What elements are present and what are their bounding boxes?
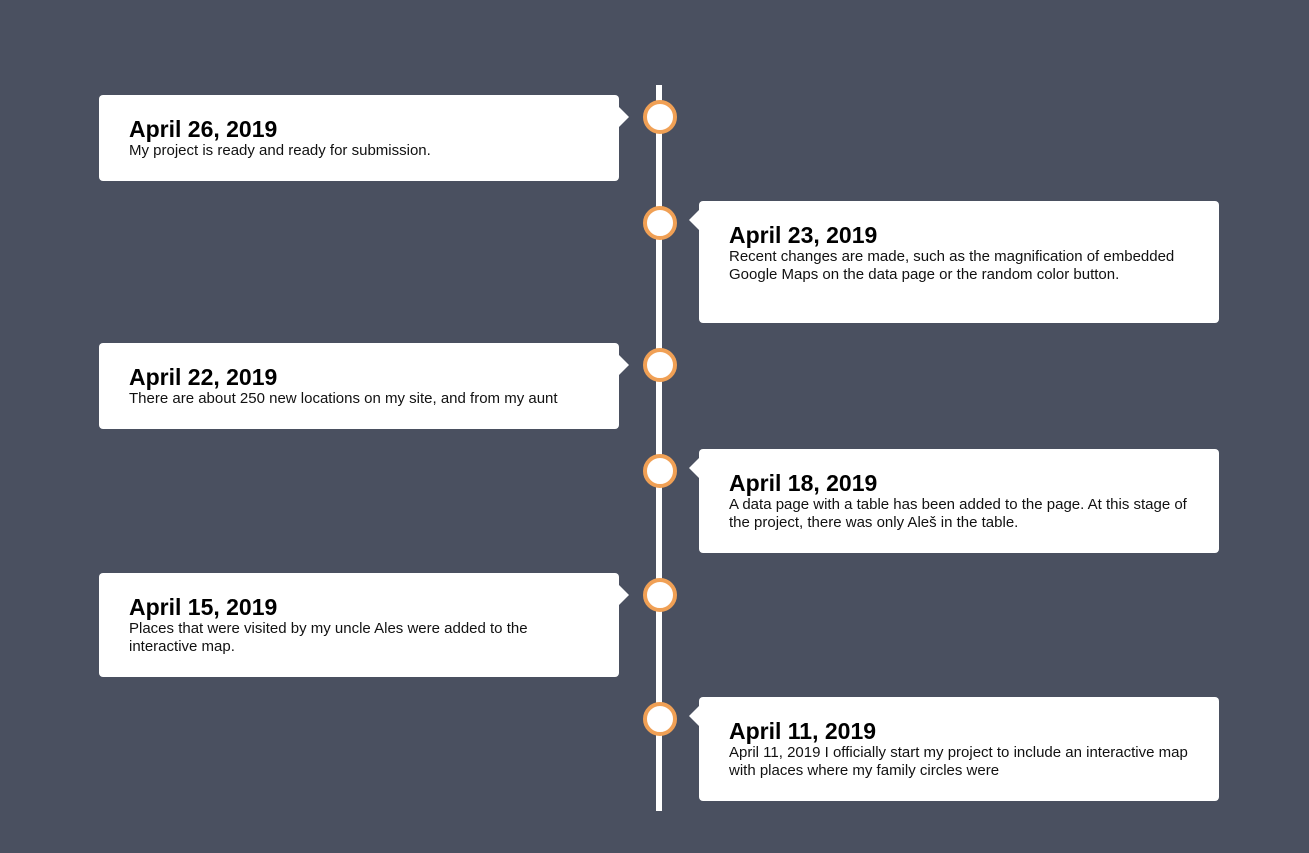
timeline-card: April 11, 2019 April 11, 2019 I official…: [689, 697, 1219, 801]
timeline-dot: [643, 454, 677, 488]
timeline-card: April 26, 2019 My project is ready and r…: [99, 95, 629, 181]
card-text: My project is ready and ready for submis…: [129, 142, 431, 159]
card-text: There are about 250 new locations on my …: [129, 390, 558, 407]
card-text: Recent changes are made, such as the mag…: [729, 248, 1175, 283]
timeline-card: April 22, 2019 There are about 250 new l…: [99, 343, 629, 429]
timeline-card: April 23, 2019 Recent changes are made, …: [689, 201, 1219, 323]
card-text: A data page with a table has been added …: [729, 496, 1187, 531]
card-text: Places that were visited by my uncle Ale…: [129, 620, 528, 655]
card-date: April 23, 2019: [729, 222, 878, 248]
timeline-dot: [643, 348, 677, 382]
card-date: April 26, 2019: [129, 116, 278, 142]
timeline-card: April 15, 2019 Places that were visited …: [99, 573, 629, 677]
card-date: April 22, 2019: [129, 364, 278, 390]
timeline-dot: [643, 702, 677, 736]
timeline-dot: [643, 578, 677, 612]
timeline-card: April 18, 2019 A data page with a table …: [689, 449, 1219, 553]
card-date: April 11, 2019: [729, 718, 877, 744]
timeline-dot: [643, 100, 677, 134]
card-date: April 15, 2019: [129, 594, 278, 620]
card-date: April 18, 2019: [729, 470, 878, 496]
timeline-dot: [643, 206, 677, 240]
card-text: April 11, 2019 I officially start my pro…: [729, 744, 1188, 779]
